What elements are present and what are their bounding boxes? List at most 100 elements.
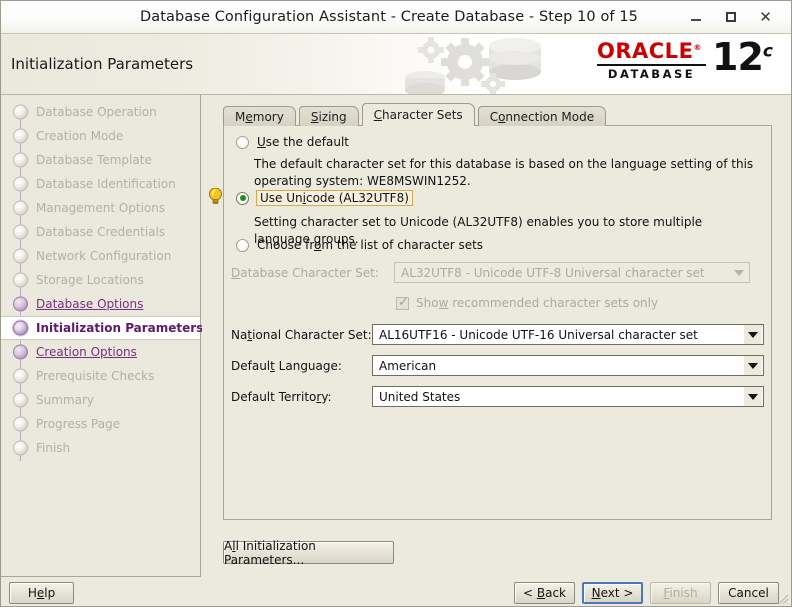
chevron-down-icon	[730, 263, 748, 282]
use-default-description: The default character set for this datab…	[254, 157, 754, 188]
sidebar-item-label: Database Credentials	[36, 225, 166, 239]
step-dot-icon	[13, 320, 28, 336]
sidebar-item-network-configuration: Network Configuration	[1, 244, 200, 268]
step-dot-icon	[13, 128, 28, 144]
finish-button: Finish	[650, 582, 711, 604]
sidebar-item-database-operation: Database Operation	[1, 100, 200, 124]
radio-choose-from-list[interactable]: Choose from the list of character sets	[236, 238, 483, 252]
sidebar-item-label: Creation Options	[36, 345, 137, 359]
tab-character-sets[interactable]: Character Sets	[361, 103, 475, 126]
national-character-set-value: AL16UTF16 - Unicode UTF-16 Universal cha…	[379, 327, 698, 342]
sidebar-item-progress-page: Progress Page	[1, 412, 200, 436]
sidebar-item-management-options: Management Options	[1, 196, 200, 220]
character-sets-panel: Use the default The default character se…	[209, 125, 772, 520]
step-dot-icon	[13, 392, 28, 408]
step-dot-icon	[13, 416, 28, 432]
chevron-down-icon[interactable]	[744, 387, 762, 406]
header-banner: Initialization Parameters ORACLE® DATABA…	[1, 34, 791, 95]
sidebar-item-prerequisite-checks: Prerequisite Checks	[1, 364, 200, 388]
radio-use-unicode-indicator[interactable]	[236, 191, 249, 205]
tab-memory[interactable]: Memory	[223, 106, 296, 126]
maximize-icon[interactable]	[722, 9, 739, 26]
resize-grip-icon[interactable]	[776, 592, 789, 605]
sidebar-item-label: Creation Mode	[36, 129, 124, 143]
step-dot-icon	[13, 152, 28, 168]
default-territory-label: Default Territory:	[231, 390, 332, 404]
radio-choose-from-list-label: Choose from the list of character sets	[257, 238, 484, 252]
window-title: Database Configuration Assistant - Creat…	[140, 9, 638, 25]
tab-sizing[interactable]: Sizing	[298, 106, 359, 126]
tab-label: Sizing	[310, 109, 347, 124]
default-language-select[interactable]: American	[372, 355, 764, 376]
default-territory-select[interactable]: United States	[372, 386, 764, 407]
next-button-label: Next >	[591, 586, 634, 600]
database-character-set-value: AL32UTF8 - Unicode UTF-8 Universal chara…	[401, 265, 705, 280]
sidebar-item-label: Management Options	[36, 201, 166, 215]
sidebar-item-database-options[interactable]: Database Options	[1, 292, 200, 316]
minimize-icon[interactable]	[687, 9, 704, 26]
database-gears-artwork	[405, 37, 541, 94]
radio-use-default[interactable]: Use the default	[236, 135, 349, 149]
back-button[interactable]: < Back	[514, 582, 575, 604]
help-button[interactable]: Help	[9, 582, 74, 604]
sidebar-item-database-credentials: Database Credentials	[1, 220, 200, 244]
sidebar-item-label: Storage Locations	[36, 273, 144, 287]
sidebar-item-database-identification: Database Identification	[1, 172, 200, 196]
sidebar-item-label: Database Template	[36, 153, 152, 167]
sidebar-item-label: Database Options	[36, 297, 144, 311]
step-dot-icon	[13, 224, 28, 240]
version-badge: 12c	[712, 35, 773, 79]
oracle-wordmark: ORACLE®	[597, 39, 702, 63]
default-territory-value: United States	[379, 389, 461, 404]
sidebar-item-creation-options[interactable]: Creation Options	[1, 340, 200, 364]
step-dot-icon	[13, 440, 28, 456]
sidebar-item-label: Network Configuration	[36, 249, 172, 263]
tab-label: Memory	[235, 109, 284, 124]
step-dot-icon	[13, 296, 28, 312]
oracle-database-label: DATABASE	[607, 67, 696, 81]
radio-use-unicode-label: Use Unicode (AL32UTF8)	[256, 190, 413, 206]
cancel-button[interactable]: Cancel	[718, 582, 779, 604]
step-dot-icon	[13, 104, 28, 120]
default-language-value: American	[379, 358, 437, 373]
step-dot-icon	[13, 368, 28, 384]
oracle-logo: ORACLE® DATABASE 12c	[597, 35, 773, 91]
tab-label: Connection Mode	[489, 109, 595, 124]
radio-use-unicode[interactable]: Use Unicode (AL32UTF8)	[236, 190, 413, 206]
sidebar-item-label: Prerequisite Checks	[36, 369, 155, 383]
sidebar-item-label: Progress Page	[36, 417, 121, 431]
close-icon[interactable]: ✕	[757, 9, 774, 26]
radio-choose-from-list-indicator[interactable]	[236, 238, 249, 252]
next-button[interactable]: Next >	[582, 582, 643, 604]
national-character-set-label: National Character Set:	[231, 328, 372, 342]
dbca-window: Database Configuration Assistant - Creat…	[0, 0, 792, 607]
window-controls: ✕	[687, 9, 791, 26]
radio-use-default-indicator[interactable]	[236, 135, 249, 149]
sidebar-item-label: Database Identification	[36, 177, 176, 191]
sidebar-item-creation-mode: Creation Mode	[1, 124, 200, 148]
sidebar-item-storage-locations: Storage Locations	[1, 268, 200, 292]
tab-connection-mode[interactable]: Connection Mode	[477, 106, 607, 126]
logo-rule	[597, 64, 707, 66]
tab-label: Character Sets	[373, 108, 463, 122]
database-character-set-select: AL32UTF8 - Unicode UTF-8 Universal chara…	[394, 262, 750, 283]
show-recommended-checkbox-label: Show recommended character sets only	[416, 296, 659, 310]
all-initialization-parameters-button[interactable]: All Initialization Parameters...	[223, 539, 394, 567]
sidebar-item-label: Finish	[36, 441, 71, 455]
wizard-nav-buttons: < Back Next > Finish Cancel	[514, 582, 779, 604]
page-title: Initialization Parameters	[11, 55, 194, 73]
chevron-down-icon[interactable]	[744, 325, 762, 344]
sidebar-item-label: Database Operation	[36, 105, 157, 119]
finish-button-label: Finish	[663, 586, 698, 600]
database-character-set-label: Database Character Set:	[231, 266, 379, 280]
step-dot-icon	[13, 200, 28, 216]
sidebar-item-label: Initialization Parameters	[36, 321, 204, 335]
chevron-down-icon[interactable]	[744, 356, 762, 375]
sidebar-item-finish: Finish	[1, 436, 200, 460]
back-button-label: < Back	[522, 586, 566, 600]
national-character-set-select[interactable]: AL16UTF16 - Unicode UTF-16 Universal cha…	[372, 324, 764, 345]
step-dot-icon	[13, 248, 28, 264]
sidebar-item-initialization-parameters[interactable]: Initialization Parameters	[1, 316, 204, 340]
tab-bar: Memory Sizing Character Sets Connection Mod…	[223, 103, 609, 126]
title-bar: Database Configuration Assistant - Creat…	[1, 1, 791, 34]
